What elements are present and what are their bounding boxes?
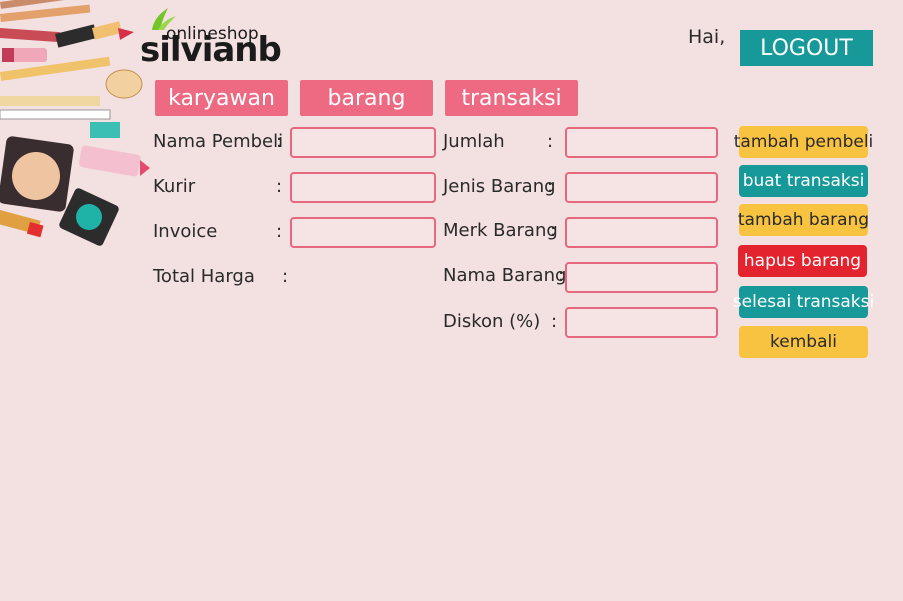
kurir-colon: : [276, 176, 283, 197]
merk-barang-colon: : [550, 220, 557, 241]
nama-barang-colon: : [558, 265, 565, 286]
merk-barang-field[interactable] [565, 217, 718, 248]
diskon-colon: : [551, 311, 558, 332]
selesai-transaksi-button[interactable]: selesai transaksi [733, 286, 874, 318]
invoice-field[interactable] [290, 217, 436, 248]
nama-pembeli-field[interactable] [290, 127, 436, 158]
nama-pembeli-label: Nama Pembeli [153, 131, 284, 152]
nama-pembeli-colon: : [276, 131, 283, 152]
kurir-label: Kurir [153, 176, 196, 197]
total-harga-colon: : [282, 266, 289, 287]
logout-button[interactable]: LOGOUT [740, 30, 873, 66]
jumlah-field[interactable] [565, 127, 718, 158]
tab-transaksi[interactable]: transaksi [445, 80, 578, 116]
logo-brand-text: silvianb [140, 30, 282, 70]
makeup-illustration [0, 0, 150, 246]
jenis-barang-label: Jenis Barang [443, 176, 556, 197]
buat-transaksi-button[interactable]: buat transaksi [739, 165, 868, 197]
total-harga-label: Total Harga [153, 266, 255, 287]
diskon-field[interactable] [565, 307, 718, 338]
kurir-field[interactable] [290, 172, 436, 203]
invoice-label: Invoice [153, 221, 218, 242]
tab-karyawan[interactable]: karyawan [155, 80, 288, 116]
hapus-barang-button[interactable]: hapus barang [738, 245, 867, 277]
diskon-label: Diskon (%) [443, 311, 541, 332]
jumlah-colon: : [547, 131, 554, 152]
kembali-button[interactable]: kembali [739, 326, 868, 358]
greeting-text: Hai, [688, 26, 726, 48]
invoice-colon: : [276, 221, 283, 242]
jenis-barang-colon: : [547, 176, 554, 197]
logo: onlineshop silvianb [140, 8, 290, 70]
nama-barang-field[interactable] [565, 262, 718, 293]
tab-barang[interactable]: barang [300, 80, 433, 116]
jenis-barang-field[interactable] [565, 172, 718, 203]
tambah-pembeli-button[interactable]: tambah pembeli [734, 126, 873, 158]
nama-barang-label: Nama Barang [443, 265, 567, 286]
tambah-barang-button[interactable]: tambah barang [738, 204, 869, 236]
merk-barang-label: Merk Barang [443, 220, 558, 241]
jumlah-label: Jumlah [443, 131, 505, 152]
